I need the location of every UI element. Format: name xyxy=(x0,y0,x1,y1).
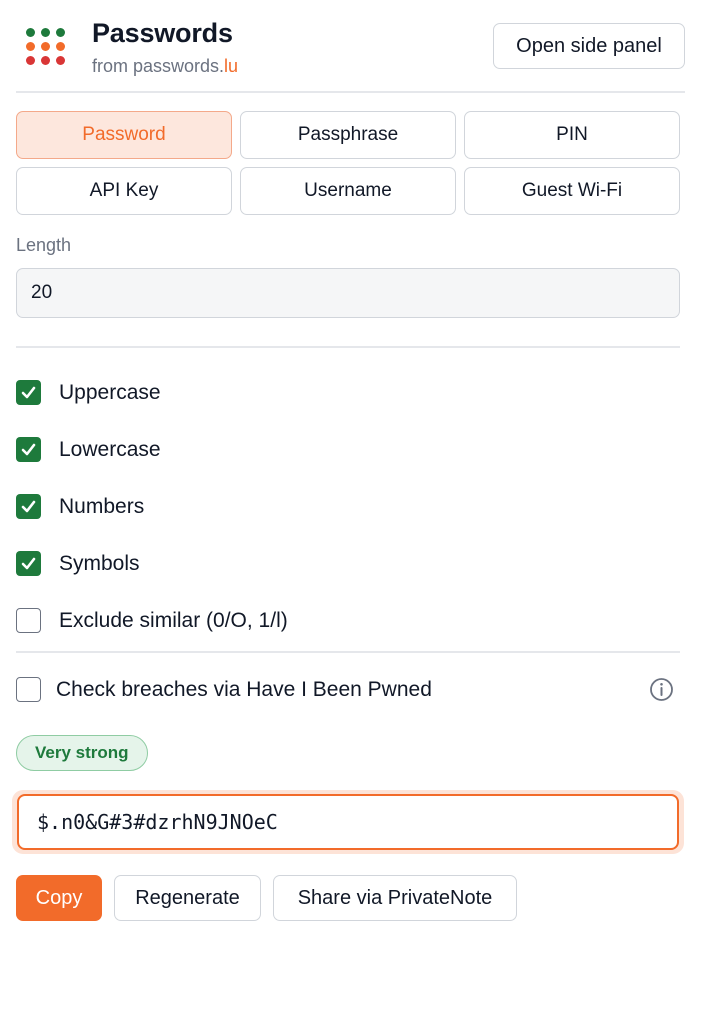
subtitle-accent: lu xyxy=(224,56,239,76)
checkbox-checked-icon[interactable] xyxy=(16,494,41,519)
checkbox-checked-icon[interactable] xyxy=(16,437,41,462)
option-label: Uppercase xyxy=(59,380,161,404)
logo-dot xyxy=(41,28,50,37)
checkbox-checked-icon[interactable] xyxy=(16,380,41,405)
option-exclude-similar[interactable]: Exclude similar (0/O, 1/l) xyxy=(16,608,288,633)
option-label: Exclude similar (0/O, 1/l) xyxy=(59,608,288,632)
open-side-panel-button[interactable]: Open side panel xyxy=(493,23,685,69)
checkbox-unchecked-icon[interactable] xyxy=(16,608,41,633)
action-bar: Copy Regenerate Share via PrivateNote xyxy=(16,875,517,921)
divider xyxy=(16,346,680,348)
option-breach-check[interactable]: Check breaches via Have I Been Pwned xyxy=(16,677,432,702)
mode-password-button[interactable]: Password xyxy=(16,111,232,159)
mode-guest-wifi-button[interactable]: Guest Wi-Fi xyxy=(464,167,680,215)
app-subtitle: from passwords.lu xyxy=(92,56,238,77)
option-label: Numbers xyxy=(59,494,145,518)
checkbox-unchecked-icon[interactable] xyxy=(16,677,41,702)
option-uppercase[interactable]: Uppercase xyxy=(16,380,161,405)
app-title: Passwords xyxy=(92,18,233,48)
mode-pin-button[interactable]: PIN xyxy=(464,111,680,159)
header: Passwords from passwords.lu Open side pa… xyxy=(16,0,685,93)
divider xyxy=(16,651,680,653)
share-privatenote-button[interactable]: Share via PrivateNote xyxy=(273,875,517,921)
mode-selector: Password Passphrase PIN API Key Username… xyxy=(16,111,680,215)
logo-icon xyxy=(26,28,66,68)
breach-check-label: Check breaches via Have I Been Pwned xyxy=(56,677,432,701)
length-label: Length xyxy=(16,235,72,255)
checkbox-checked-icon[interactable] xyxy=(16,551,41,576)
mode-username-button[interactable]: Username xyxy=(240,167,456,215)
strength-badge: Very strong xyxy=(16,735,148,771)
logo-dot xyxy=(41,42,50,51)
subtitle-prefix: from passwords. xyxy=(92,56,225,76)
option-symbols[interactable]: Symbols xyxy=(16,551,140,576)
logo-dot xyxy=(26,56,35,65)
password-generator-panel: Passwords from passwords.lu Open side pa… xyxy=(0,0,701,1024)
logo-dot xyxy=(56,56,65,65)
logo-dot xyxy=(41,56,50,65)
option-numbers[interactable]: Numbers xyxy=(16,494,144,519)
mode-api-key-button[interactable]: API Key xyxy=(16,167,232,215)
option-label: Symbols xyxy=(59,551,140,575)
mode-passphrase-button[interactable]: Passphrase xyxy=(240,111,456,159)
option-lowercase[interactable]: Lowercase xyxy=(16,437,161,462)
copy-button[interactable]: Copy xyxy=(16,875,102,921)
logo-dot xyxy=(26,28,35,37)
option-label: Lowercase xyxy=(59,437,161,461)
password-output-field[interactable]: $.n0&G#3#dzrhN9JNOeC xyxy=(17,794,679,850)
logo-dot xyxy=(56,42,65,51)
regenerate-button[interactable]: Regenerate xyxy=(114,875,261,921)
info-icon[interactable] xyxy=(649,677,674,702)
logo-dot xyxy=(56,28,65,37)
logo-dot xyxy=(26,42,35,51)
length-input[interactable]: 20 xyxy=(16,268,680,318)
